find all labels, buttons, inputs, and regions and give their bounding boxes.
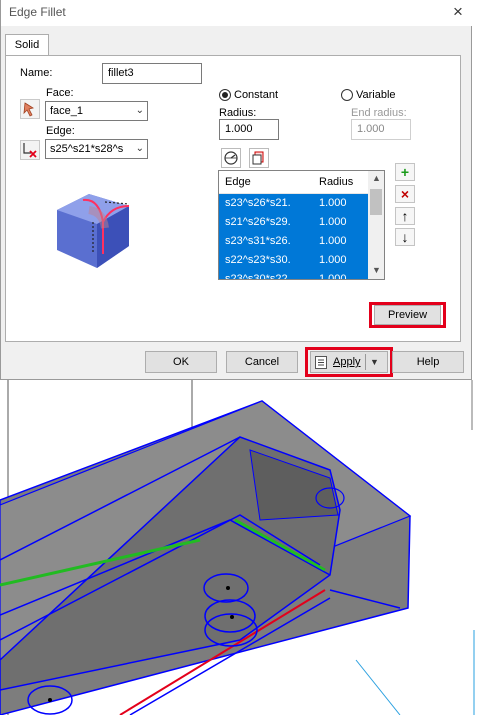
- row-edge: s23^s26*s21.: [225, 197, 291, 209]
- add-edge-button[interactable]: +: [395, 163, 415, 181]
- title-bar[interactable]: [1, 0, 472, 26]
- radius-label: Radius:: [219, 107, 257, 119]
- scroll-down-icon[interactable]: ▼: [372, 265, 381, 275]
- cancel-button[interactable]: Cancel: [226, 351, 298, 373]
- row-edge: s23^s30*s22.: [225, 273, 291, 280]
- fillet-illustration: [57, 194, 130, 268]
- face-pick-icon[interactable]: [20, 99, 40, 119]
- end-radius-label: End radius:: [351, 107, 407, 119]
- chevron-down-icon: ⌄: [135, 105, 144, 116]
- edge-column-header[interactable]: Edge: [225, 171, 251, 193]
- row-radius: 1.000: [319, 216, 347, 228]
- apply-label: Apply: [333, 356, 361, 368]
- row-radius: 1.000: [319, 273, 347, 280]
- list-row[interactable]: s23^s30*s22. 1.000: [219, 270, 384, 280]
- move-down-button[interactable]: ↓: [395, 228, 415, 246]
- list-scrollbar[interactable]: ▲ ▼: [368, 171, 384, 279]
- list-row[interactable]: s21^s26*s29. 1.000: [219, 213, 384, 232]
- row-radius: 1.000: [319, 254, 347, 266]
- list-row[interactable]: s22^s23*s30. 1.000: [219, 251, 384, 270]
- list-header: Edge Radius: [219, 171, 384, 194]
- row-edge: s22^s23*s30.: [225, 254, 291, 266]
- tab-solid[interactable]: Solid: [5, 34, 49, 56]
- scroll-up-icon[interactable]: ▲: [372, 173, 381, 183]
- end-radius-input: 1.000: [351, 119, 411, 140]
- copy-icon[interactable]: [249, 148, 269, 168]
- radius-input[interactable]: 1.000: [219, 119, 279, 140]
- variable-label: Variable: [356, 89, 396, 101]
- apply-dropdown-icon[interactable]: ▼: [370, 352, 379, 372]
- edge-select-value: s25^s21*s28^s: [50, 143, 124, 155]
- face-select[interactable]: face_1 ⌄: [45, 101, 148, 121]
- close-button[interactable]: ×: [448, 2, 468, 22]
- apply-list-icon: [315, 356, 327, 369]
- face-select-value: face_1: [50, 105, 84, 117]
- edge-fillet-dialog: Edge Fillet × Solid Name: fillet3 Face: …: [0, 0, 472, 380]
- move-up-button[interactable]: ↑: [395, 207, 415, 225]
- name-label: Name:: [20, 67, 53, 79]
- apply-split-button[interactable]: Apply ▼: [310, 351, 388, 373]
- variable-radio[interactable]: [341, 89, 353, 101]
- preview-button[interactable]: Preview: [374, 305, 441, 325]
- ok-button[interactable]: OK: [145, 351, 217, 373]
- measure-icon[interactable]: [221, 148, 241, 168]
- row-edge: s21^s26*s29.: [225, 216, 291, 228]
- edge-label: Edge:: [46, 125, 75, 137]
- remove-edge-button[interactable]: ×: [395, 185, 415, 203]
- list-row[interactable]: s23^s31*s26. 1.000: [219, 232, 384, 251]
- constant-label: Constant: [234, 89, 279, 101]
- edge-pick-icon[interactable]: [20, 140, 40, 160]
- scroll-thumb[interactable]: [370, 189, 382, 215]
- row-edge: s23^s31*s26.: [225, 235, 291, 247]
- constant-radio[interactable]: [219, 89, 231, 101]
- row-radius: 1.000: [319, 235, 347, 247]
- edge-radius-list[interactable]: Edge Radius s23^s26*s21. 1.000 s21^s26*s…: [218, 170, 385, 280]
- edge-select[interactable]: s25^s21*s28^s ⌄: [45, 139, 148, 159]
- split-divider: [365, 354, 366, 370]
- dialog-title: Edge Fillet: [9, 5, 66, 19]
- face-label: Face:: [46, 87, 74, 99]
- row-radius: 1.000: [319, 197, 347, 209]
- name-input[interactable]: fillet3: [102, 63, 202, 84]
- help-button[interactable]: Help: [392, 351, 464, 373]
- radius-column-header[interactable]: Radius: [319, 171, 353, 193]
- list-row[interactable]: s23^s26*s21. 1.000: [219, 194, 384, 213]
- chevron-down-icon: ⌄: [135, 143, 144, 154]
